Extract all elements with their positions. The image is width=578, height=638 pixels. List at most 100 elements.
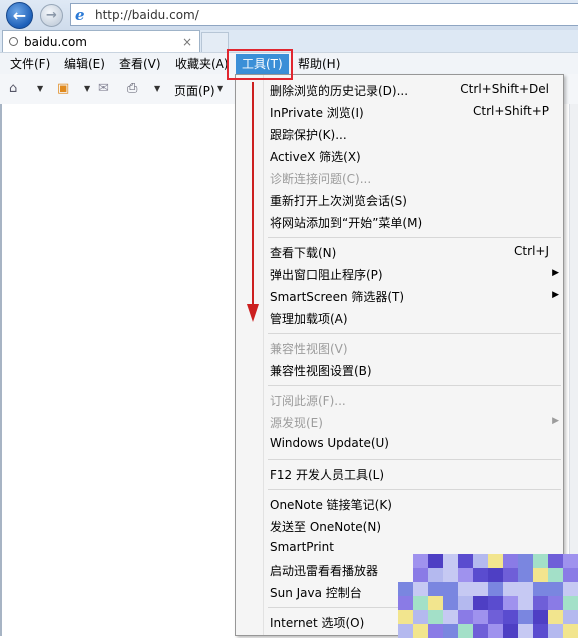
mosaic-tile — [398, 596, 413, 610]
mosaic-tile — [398, 568, 413, 582]
mosaic-tile — [413, 554, 428, 568]
menu-item-label: 诊断连接问题(C)... — [270, 172, 372, 186]
menu-item-label: 管理加载项(A) — [270, 312, 348, 326]
mosaic-tile — [503, 596, 518, 610]
mosaic-tile — [563, 554, 578, 568]
menu-item-smartscreen[interactable]: SmartScreen 筛选器(T) ▶ — [236, 285, 563, 307]
menu-help[interactable]: 帮助(H) — [297, 55, 341, 74]
back-arrow-icon: ← — [12, 6, 27, 25]
menu-item-feed-discovery: 源发现(E) ▶ — [236, 411, 563, 433]
menu-edit[interactable]: 编辑(E) — [63, 55, 106, 74]
mosaic-tile — [473, 568, 488, 582]
forward-arrow-icon: → — [46, 8, 57, 23]
home-dropdown-icon[interactable]: ▼ — [37, 84, 43, 93]
mosaic-tile — [533, 596, 548, 610]
menu-item-inprivate[interactable]: InPrivate 浏览(I) Ctrl+Shift+P — [236, 101, 563, 123]
mosaic-tile — [413, 596, 428, 610]
mosaic-tile — [443, 554, 458, 568]
tab-title: baidu.com — [24, 34, 87, 49]
menu-item-add-to-start[interactable]: 将网站添加到“开始”菜单(M) — [236, 211, 563, 233]
menu-item-popup-blocker[interactable]: 弹出窗口阻止程序(P) ▶ — [236, 263, 563, 285]
home-icon[interactable]: ⌂ — [9, 82, 17, 96]
mosaic-tile — [428, 582, 443, 596]
menu-item-reopen-session[interactable]: 重新打开上次浏览会话(S) — [236, 189, 563, 211]
mosaic-tile — [398, 554, 413, 568]
mosaic-tile — [458, 554, 473, 568]
menu-view[interactable]: 查看(V) — [118, 55, 162, 74]
page-menu-button[interactable]: 页面(P) — [174, 82, 215, 99]
menu-item-view-downloads[interactable]: 查看下载(N) Ctrl+J — [236, 241, 563, 263]
menu-item-label: 重新打开上次浏览会话(S) — [270, 194, 407, 208]
mosaic-tile — [548, 582, 563, 596]
menu-item-label: F12 开发人员工具(L) — [270, 468, 385, 482]
new-tab-button[interactable] — [201, 32, 229, 52]
mosaic-tile — [518, 596, 533, 610]
menu-item-label: 将网站添加到“开始”菜单(M) — [270, 216, 423, 230]
mosaic-tile — [428, 596, 443, 610]
menu-favorites[interactable]: 收藏夹(A) — [174, 55, 230, 74]
mosaic-tile — [533, 610, 548, 624]
menu-item-compat-view: 兼容性视图(V) — [236, 337, 563, 359]
window-left-edge — [0, 104, 2, 636]
menu-item-label: 启动迅雷看看播放器 — [270, 564, 379, 578]
mosaic-tile — [428, 610, 443, 624]
mosaic-tile — [533, 568, 548, 582]
menu-separator — [268, 489, 561, 490]
menu-item-label: SmartPrint — [270, 540, 334, 554]
mosaic-tile — [413, 610, 428, 624]
menu-item-label: 订阅此源(F)... — [270, 394, 346, 408]
menu-item-label: 跟踪保护(K)... — [270, 128, 347, 142]
page-dropdown-icon[interactable]: ▼ — [217, 84, 223, 93]
navigation-bar: ← → e http://baidu.com/ — [0, 0, 578, 30]
printer-icon[interactable]: ⎙ — [127, 82, 137, 96]
rss-dropdown-icon[interactable]: ▼ — [84, 84, 90, 93]
address-bar[interactable]: e http://baidu.com/ — [70, 3, 578, 26]
menu-item-label: 删除浏览的历史记录(D)... — [270, 84, 409, 98]
mosaic-tile — [518, 554, 533, 568]
menu-item-label: 查看下载(N) — [270, 246, 337, 260]
mosaic-tile — [458, 610, 473, 624]
mail-icon[interactable]: ✉ — [98, 82, 109, 96]
menu-item-manage-addons[interactable]: 管理加载项(A) — [236, 307, 563, 329]
menu-file[interactable]: 文件(F) — [9, 55, 51, 74]
menu-item-compat-settings[interactable]: 兼容性视图设置(B) — [236, 359, 563, 381]
tab-baidu[interactable]: baidu.com × — [2, 30, 200, 52]
annotation-highlight-box — [227, 49, 293, 80]
menu-item-activex-filter[interactable]: ActiveX 筛选(X) — [236, 145, 563, 167]
mosaic-tile — [548, 554, 563, 568]
menu-separator — [268, 237, 561, 238]
menu-item-label: Sun Java 控制台 — [270, 586, 362, 600]
mosaic-tile — [443, 568, 458, 582]
menu-item-label: OneNote 链接笔记(K) — [270, 498, 392, 512]
forward-button[interactable]: → — [40, 4, 63, 27]
close-tab-icon[interactable]: × — [180, 35, 194, 49]
menu-item-label: 兼容性视图设置(B) — [270, 364, 372, 378]
mosaic-tile — [518, 568, 533, 582]
menu-item-label: 兼容性视图(V) — [270, 342, 348, 356]
mosaic-tile — [473, 582, 488, 596]
mosaic-tile — [563, 596, 578, 610]
menu-item-delete-history[interactable]: 删除浏览的历史记录(D)... Ctrl+Shift+Del — [236, 79, 563, 101]
menu-item-send-to-onenote[interactable]: 发送至 OneNote(N) — [236, 515, 563, 537]
menu-item-label: Internet 选项(O) — [270, 616, 365, 630]
menu-item-shortcut: Ctrl+Shift+Del — [460, 82, 549, 96]
menu-item-windows-update[interactable]: Windows Update(U) — [236, 433, 563, 455]
mosaic-tile — [428, 554, 443, 568]
mosaic-tile — [473, 596, 488, 610]
back-button[interactable]: ← — [6, 2, 33, 29]
url-text[interactable]: http://baidu.com/ — [95, 8, 199, 22]
menu-item-tracking-protection[interactable]: 跟踪保护(K)... — [236, 123, 563, 145]
menu-item-diagnose: 诊断连接问题(C)... — [236, 167, 563, 189]
menu-item-onenote-linked-notes[interactable]: OneNote 链接笔记(K) — [236, 493, 563, 515]
mosaic-tile — [563, 582, 578, 596]
submenu-arrow-icon: ▶ — [552, 268, 559, 278]
rss-feed-icon[interactable]: ▣ — [57, 82, 69, 96]
menu-item-f12-devtools[interactable]: F12 开发人员工具(L) — [236, 463, 563, 485]
mosaic-tile — [443, 610, 458, 624]
mosaic-tile — [548, 596, 563, 610]
menu-item-label: 发送至 OneNote(N) — [270, 520, 381, 534]
menu-item-label: InPrivate 浏览(I) — [270, 106, 364, 120]
mosaic-tile — [503, 582, 518, 596]
print-dropdown-icon[interactable]: ▼ — [154, 84, 160, 93]
submenu-arrow-icon: ▶ — [552, 416, 559, 426]
